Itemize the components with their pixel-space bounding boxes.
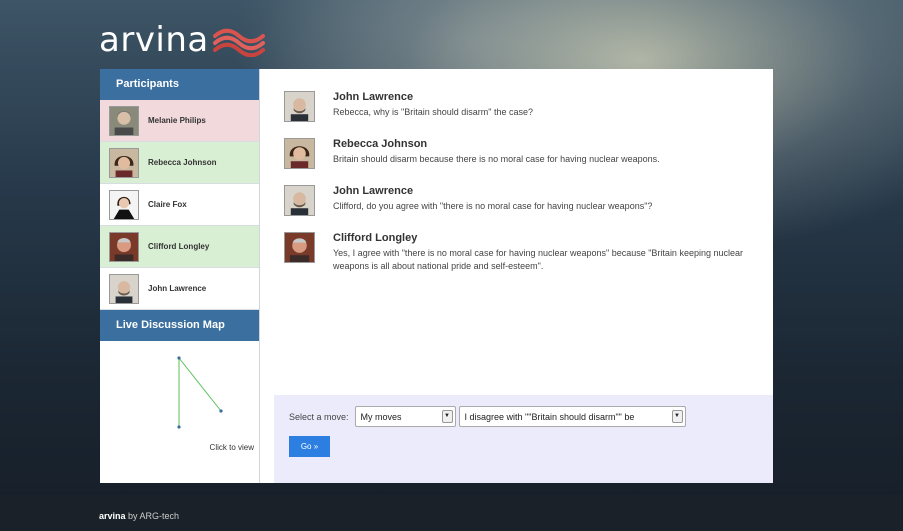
avatar-icon bbox=[109, 147, 139, 178]
message-text: Yes, I agree with "there is no moral cas… bbox=[333, 248, 743, 271]
message-speaker: John Lawrence bbox=[333, 91, 414, 103]
avatar-icon bbox=[284, 91, 315, 122]
participant-name: John Lawrence bbox=[148, 284, 207, 293]
avatar-icon bbox=[284, 138, 315, 169]
logo-wave-icon bbox=[212, 28, 265, 57]
participant-clifford-longley[interactable]: Clifford Longley bbox=[100, 226, 259, 268]
message: Rebecca Johnson Britain should disarm be… bbox=[284, 138, 773, 169]
participant-john-lawrence[interactable]: John Lawrence bbox=[100, 268, 259, 310]
click-to-view-link[interactable]: Click to view bbox=[210, 443, 254, 452]
message-speaker: Clifford Longley bbox=[333, 232, 418, 244]
participant-name: Claire Fox bbox=[148, 200, 187, 209]
avatar-icon bbox=[284, 232, 315, 263]
sidebar: Participants Melanie Philips Rebecca Joh… bbox=[100, 69, 260, 483]
message-text: Rebecca, why is "Britain should disarm" … bbox=[333, 107, 533, 117]
message: John Lawrence Rebecca, why is "Britain s… bbox=[284, 91, 773, 122]
map-header: Live Discussion Map bbox=[100, 310, 259, 341]
message-speaker: Rebecca Johnson bbox=[333, 138, 428, 150]
footer: arvina by ARG-tech bbox=[0, 495, 903, 531]
avatar-icon bbox=[284, 185, 315, 216]
avatar-icon bbox=[109, 189, 139, 220]
message-speaker: John Lawrence bbox=[333, 185, 414, 197]
message-text: Clifford, do you agree with "there is no… bbox=[333, 201, 653, 211]
move-option-select[interactable]: I disagree with ""Britain should disarm"… bbox=[458, 406, 686, 427]
logo: arvina bbox=[99, 20, 265, 60]
avatar-icon bbox=[109, 105, 139, 136]
go-button[interactable]: Go » bbox=[289, 436, 330, 457]
footer-brand: arvina bbox=[99, 511, 126, 521]
participant-name: Rebecca Johnson bbox=[148, 158, 217, 167]
message-text: Britain should disarm because there is n… bbox=[333, 154, 660, 164]
participant-claire-fox[interactable]: Claire Fox bbox=[100, 184, 259, 226]
chevron-down-icon: ▼ bbox=[671, 410, 683, 423]
select-move-label: Select a move: bbox=[289, 411, 349, 422]
move-row: Select a move: My moves ▼ I disagree wit… bbox=[289, 406, 773, 427]
participant-name: Melanie Philips bbox=[148, 116, 206, 125]
footer-by: by bbox=[125, 511, 140, 521]
participant-rebecca-johnson[interactable]: Rebecca Johnson bbox=[100, 142, 259, 184]
participants-header: Participants bbox=[100, 69, 259, 100]
discussion-panel: John Lawrence Rebecca, why is "Britain s… bbox=[260, 69, 773, 483]
move-option-value: I disagree with ""Britain should disarm"… bbox=[464, 411, 635, 422]
message: Clifford Longley Yes, I agree with "ther… bbox=[284, 232, 773, 273]
participant-name: Clifford Longley bbox=[148, 242, 210, 251]
chevron-down-icon: ▼ bbox=[441, 410, 453, 423]
logo-text: arvina bbox=[99, 20, 209, 60]
footer-org-link[interactable]: ARG-tech bbox=[140, 511, 180, 521]
participant-melanie-philips[interactable]: Melanie Philips bbox=[100, 100, 259, 142]
avatar-icon bbox=[109, 273, 139, 304]
move-panel: Select a move: My moves ▼ I disagree wit… bbox=[274, 395, 773, 483]
avatar-icon bbox=[109, 231, 139, 262]
move-type-select[interactable]: My moves ▼ bbox=[354, 406, 456, 427]
discussion-map[interactable]: Click to view bbox=[100, 341, 259, 483]
message: John Lawrence Clifford, do you agree wit… bbox=[284, 185, 773, 216]
move-type-value: My moves bbox=[360, 411, 402, 422]
app-window: Participants Melanie Philips Rebecca Joh… bbox=[100, 69, 773, 483]
